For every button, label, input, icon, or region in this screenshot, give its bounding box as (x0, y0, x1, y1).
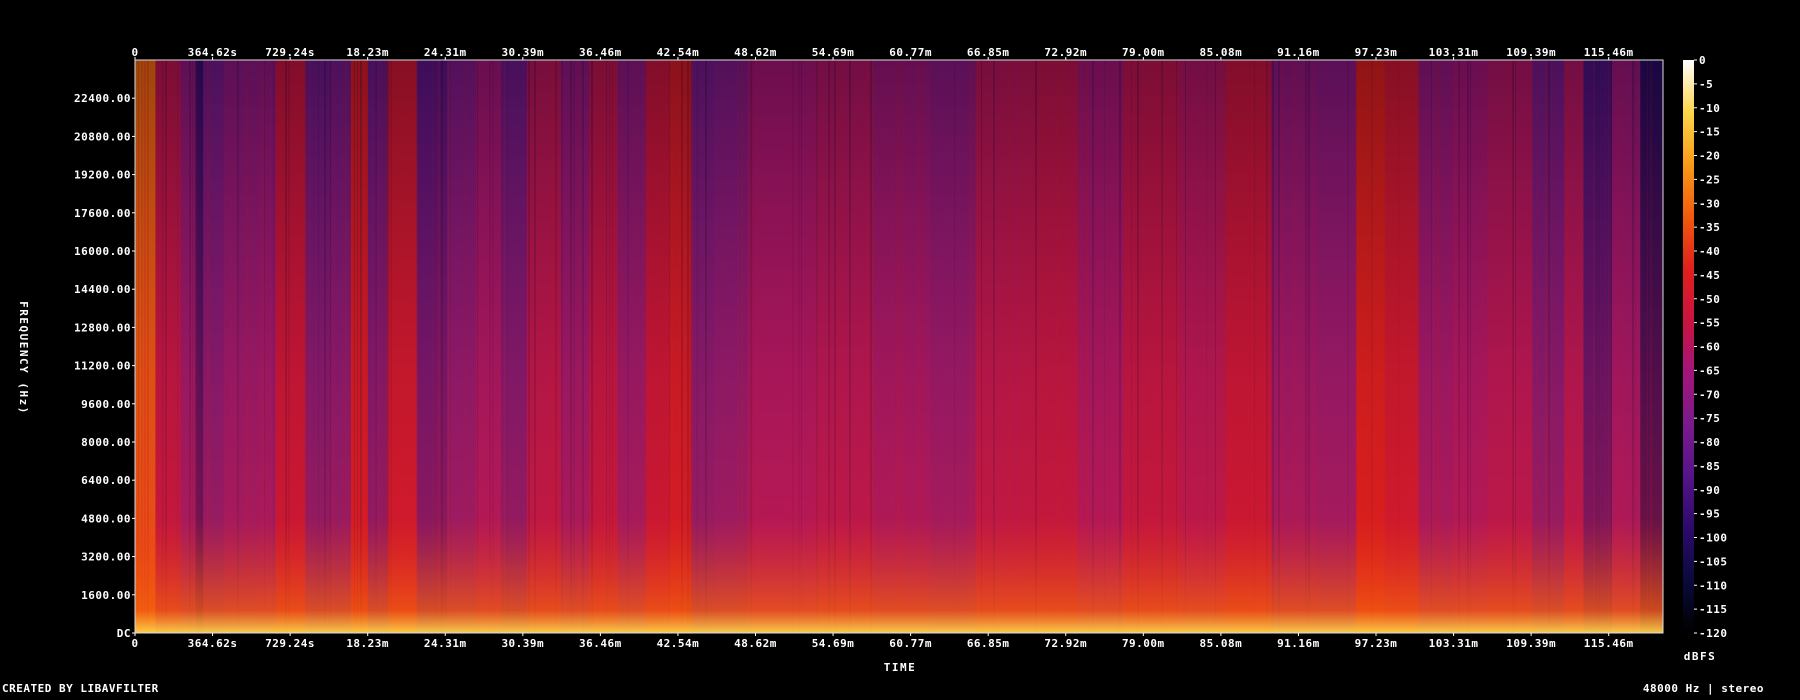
x-tick-bottom-label-12: 72.92m (1044, 637, 1087, 650)
y-axis: DC 1600.00 3200.00 4800.00 6400.00 8000.00 960… (74, 92, 135, 640)
x-tick-top-label-13: 79.00m (1122, 46, 1165, 59)
x-tick-top-label-18: 109.39m (1506, 46, 1556, 59)
x-tick-top-label-10: 60.77m (889, 46, 932, 59)
colorbar-gradient (1683, 60, 1694, 633)
x-tick-bottom-label-11: 66.85m (967, 637, 1010, 650)
x-tick-bottom-label-8: 48.62m (734, 637, 777, 650)
x-tick-bottom-label-19: 115.46m (1584, 637, 1634, 650)
colorbar-tick-label-22: -110 (1699, 579, 1728, 592)
colorbar-tick-label-9: -45 (1699, 269, 1720, 282)
colorbar-tick-label-8: -40 (1699, 245, 1720, 258)
y-tick-label-11: 17600.00 (74, 207, 131, 220)
x-tick-bottom-label-5: 30.39m (501, 637, 544, 650)
x-tick-bottom-label-7: 42.54m (657, 637, 700, 650)
x-tick-bottom-label-9: 54.69m (812, 637, 855, 650)
x-tick-bottom-label-13: 79.00m (1122, 637, 1165, 650)
x-tick-top-label-7: 42.54m (657, 46, 700, 59)
x-tick-bottom-label-0: 0 (131, 637, 138, 650)
x-tick-bottom-label-4: 24.31m (424, 637, 467, 650)
colorbar-tick-label-1: -5 (1699, 78, 1713, 91)
colorbar-tick-label-18: -90 (1699, 484, 1720, 497)
x-tick-bottom-label-1: 364.62s (188, 637, 238, 650)
x-tick-top-label-5: 30.39m (501, 46, 544, 59)
x-tick-top-label-16: 97.23m (1355, 46, 1398, 59)
colorbar-tick-label-21: -105 (1699, 555, 1728, 568)
y-axis-label: FREQUENCY (Hz) (17, 301, 30, 415)
y-tick-label-0: DC (117, 627, 131, 640)
x-tick-top-label-15: 91.16m (1277, 46, 1320, 59)
colorbar-tick-label-15: -75 (1699, 412, 1720, 425)
colorbar-tick-label-6: -30 (1699, 197, 1720, 210)
colorbar-tick-label-19: -95 (1699, 508, 1720, 521)
y-tick-label-4: 6400.00 (81, 474, 131, 487)
x-axis-top: 0 364.62s 729.24s 18.23m 24.31m 30.39m 36.46m 4… (131, 46, 1633, 60)
y-tick-label-14: 22400.00 (74, 92, 131, 105)
x-tick-top-label-14: 85.08m (1200, 46, 1243, 59)
colorbar-tick-label-17: -85 (1699, 460, 1720, 473)
x-tick-top-label-0: 0 (131, 46, 138, 59)
x-tick-top-label-1: 364.62s (188, 46, 238, 59)
x-tick-top-label-4: 24.31m (424, 46, 467, 59)
y-tick-label-8: 12800.00 (74, 321, 131, 334)
y-tick-label-6: 9600.00 (81, 398, 131, 411)
lf-energy (135, 60, 1663, 633)
colorbar-tick-label-0: 0 (1699, 54, 1706, 67)
spectrogram-chart: 0 364.62s 729.24s 18.23m 24.31m 30.39m 36.46m 4… (2, 46, 1764, 695)
y-tick-label-1: 1600.00 (81, 589, 131, 602)
y-tick-label-2: 3200.00 (81, 551, 131, 564)
colorbar-tick-label-2: -10 (1699, 102, 1720, 115)
x-tick-top-label-6: 36.46m (579, 46, 622, 59)
y-tick-label-13: 20800.00 (74, 130, 131, 143)
colorbar-tick-label-7: -35 (1699, 221, 1720, 234)
footer-credit: CREATED BY LIBAVFILTER (2, 682, 159, 695)
x-axis-label: TIME (884, 661, 917, 674)
colorbar-tick-label-4: -20 (1699, 150, 1720, 163)
y-tick-label-5: 8000.00 (81, 436, 131, 449)
x-tick-bottom-label-6: 36.46m (579, 637, 622, 650)
y-tick-label-9: 14400.00 (74, 283, 131, 296)
colorbar-tick-label-3: -15 (1699, 126, 1720, 139)
x-tick-bottom-label-17: 103.31m (1429, 637, 1479, 650)
colorbar-tick-label-16: -80 (1699, 436, 1720, 449)
x-tick-bottom-label-18: 109.39m (1506, 637, 1556, 650)
x-tick-bottom-label-15: 91.16m (1277, 637, 1320, 650)
footer-format: 48000 Hz | stereo (1643, 682, 1764, 695)
x-tick-bottom-label-2: 729.24s (265, 637, 315, 650)
x-tick-top-label-2: 729.24s (265, 46, 315, 59)
x-tick-bottom-label-10: 60.77m (889, 637, 932, 650)
colorbar-tick-label-13: -65 (1699, 364, 1720, 377)
y-tick-label-10: 16000.00 (74, 245, 131, 258)
x-tick-top-label-19: 115.46m (1584, 46, 1634, 59)
colorbar-tick-label-24: -120 (1699, 627, 1728, 640)
x-axis-bottom: 0 364.62s 729.24s 18.23m 24.31m 30.39m 36.46m 4… (131, 633, 1633, 650)
x-tick-bottom-label-16: 97.23m (1355, 637, 1398, 650)
x-tick-top-label-17: 103.31m (1429, 46, 1479, 59)
y-tick-label-12: 19200.00 (74, 169, 131, 182)
colorbar-tick-label-12: -60 (1699, 341, 1720, 354)
y-tick-label-7: 11200.00 (74, 360, 131, 373)
colorbar-tick-label-11: -55 (1699, 317, 1720, 330)
x-tick-top-label-11: 66.85m (967, 46, 1010, 59)
colorbar-tick-label-14: -70 (1699, 388, 1720, 401)
x-tick-bottom-label-3: 18.23m (346, 637, 389, 650)
colorbar-tick-label-20: -100 (1699, 532, 1728, 545)
colorbar: 0 -5 -10 -15 -20 -25 -30 -35 -40 -45 -50 -55 -60 -65 -… (1683, 54, 1728, 640)
colorbar-label: dBFS (1684, 650, 1717, 663)
spectrogram-plot (134, 59, 1664, 634)
colorbar-tick-label-23: -115 (1699, 603, 1728, 616)
x-tick-top-label-9: 54.69m (812, 46, 855, 59)
y-tick-label-3: 4800.00 (81, 512, 131, 525)
x-tick-top-label-3: 18.23m (346, 46, 389, 59)
x-tick-top-label-8: 48.62m (734, 46, 777, 59)
x-tick-bottom-label-14: 85.08m (1200, 637, 1243, 650)
colorbar-tick-label-5: -25 (1699, 173, 1720, 186)
x-tick-top-label-12: 72.92m (1044, 46, 1087, 59)
colorbar-tick-label-10: -50 (1699, 293, 1720, 306)
